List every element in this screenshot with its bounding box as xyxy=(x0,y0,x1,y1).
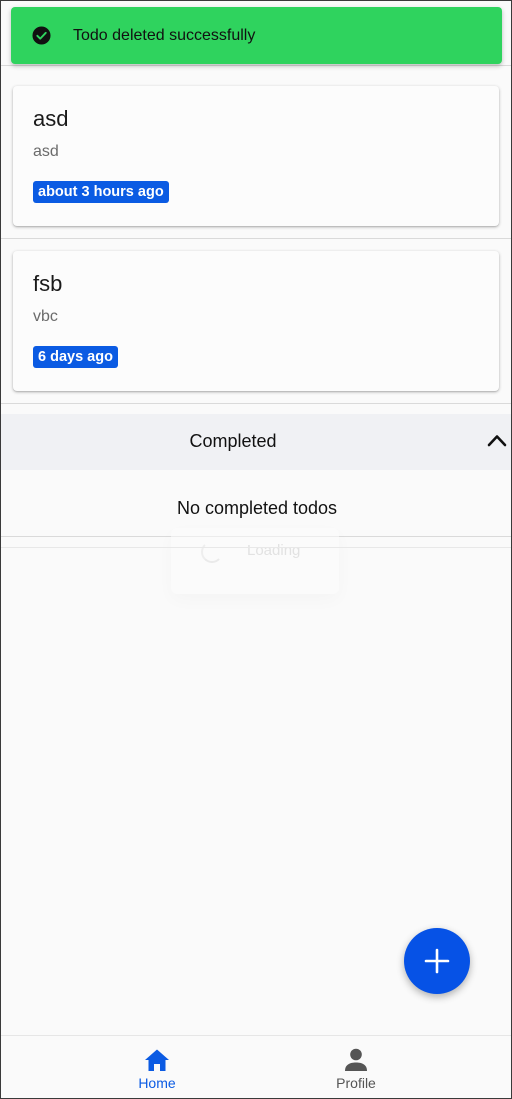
loading-indicator: Loading xyxy=(171,528,339,594)
todo-title: fsb xyxy=(33,271,63,296)
todo-description: vbc xyxy=(33,308,58,325)
completed-section-title: Completed xyxy=(189,431,277,451)
add-todo-button[interactable] xyxy=(404,928,470,994)
todo-card[interactable]: fsb vbc 6 days ago xyxy=(13,251,499,391)
time-badge: 6 days ago xyxy=(33,346,118,368)
nav-item-home[interactable]: Home xyxy=(97,1048,217,1091)
nav-label-profile: Profile xyxy=(336,1075,376,1091)
nav-item-profile[interactable]: Profile xyxy=(296,1048,416,1091)
app-frame: Todo deleted successfully asd asd about … xyxy=(0,0,512,1099)
chevron-up-icon[interactable] xyxy=(487,433,507,447)
bottom-navigation: Home Profile xyxy=(1,1035,511,1098)
list-divider xyxy=(1,403,511,404)
check-circle-icon xyxy=(32,26,51,45)
spinner-icon xyxy=(201,541,223,563)
time-badge: about 3 hours ago xyxy=(33,181,169,203)
nav-label-home: Home xyxy=(138,1075,176,1091)
list-divider xyxy=(1,238,511,239)
completed-section-header[interactable]: Completed xyxy=(1,414,511,470)
todo-title: asd xyxy=(33,106,69,131)
no-completed-message: No completed todos xyxy=(176,498,338,518)
success-toast: Todo deleted successfully xyxy=(11,7,502,64)
toast-message: Todo deleted successfully xyxy=(73,26,256,44)
person-icon xyxy=(343,1048,369,1072)
home-icon xyxy=(144,1048,170,1072)
todo-card[interactable]: asd asd about 3 hours ago xyxy=(13,86,499,226)
todo-description: asd xyxy=(33,143,59,160)
loading-label: Loading xyxy=(247,542,301,559)
plus-icon xyxy=(424,948,450,974)
header-divider xyxy=(1,65,511,66)
section-divider xyxy=(1,547,511,548)
